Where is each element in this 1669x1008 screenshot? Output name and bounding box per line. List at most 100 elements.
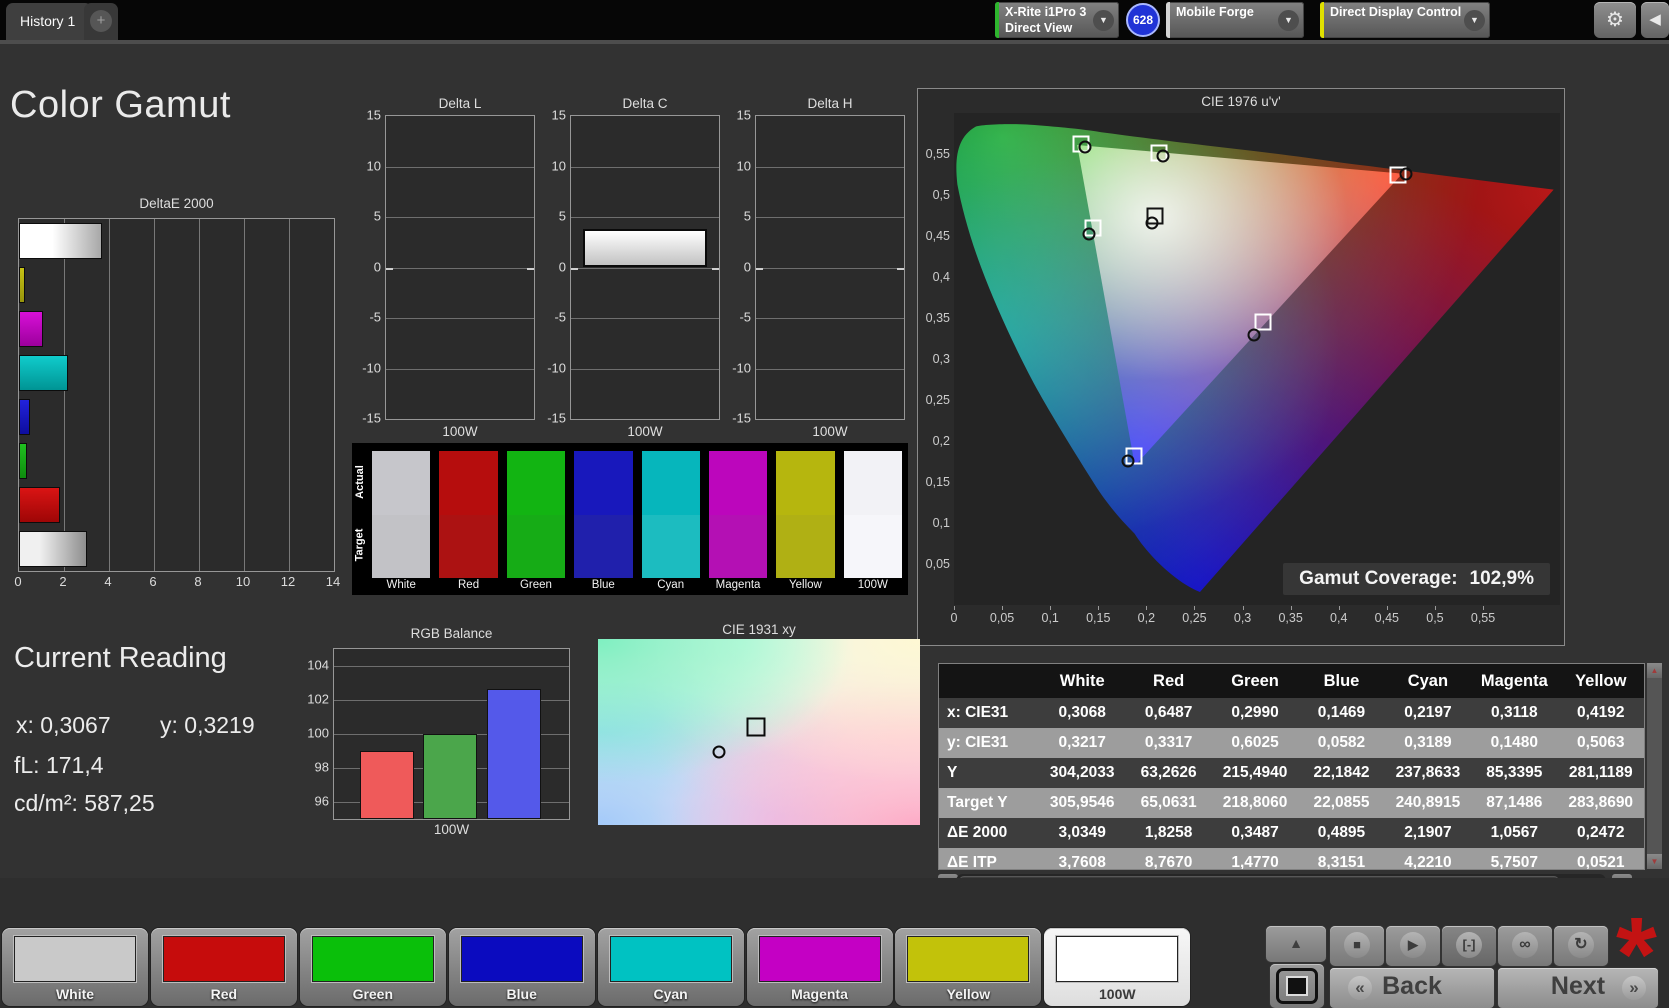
- row-label: Y: [947, 764, 958, 781]
- table-cell: 63,2626: [1140, 764, 1197, 781]
- table-cell: 1,0567: [1490, 824, 1539, 841]
- add-tab-button[interactable]: +: [84, 3, 118, 40]
- chart-title: Delta C: [622, 96, 668, 111]
- tick-mark: [1386, 606, 1388, 610]
- cie1976-chart: CIE 1976 u'v' 0,55 0,5 0,45 0,4 0,35 0,3 0,25 0…: [917, 88, 1565, 646]
- bar-cyan: [19, 355, 69, 391]
- deltae2000-plot-area: [18, 218, 335, 572]
- pattern-button-100w[interactable]: 100W: [1044, 928, 1191, 1006]
- bar-red: [19, 487, 61, 523]
- pattern-button-green[interactable]: Green: [299, 928, 446, 1006]
- meter-dropdown[interactable]: X-Rite i1Pro 3 Direct View ▼: [995, 2, 1119, 38]
- workflow-dropdown[interactable]: Direct Display Control ▼: [1320, 2, 1490, 38]
- loop-button[interactable]: ↻: [1554, 926, 1608, 966]
- bar-green: [19, 443, 27, 479]
- measured-marker-cyan: [1082, 227, 1096, 241]
- settings-button[interactable]: ⚙: [1594, 2, 1636, 38]
- axis-tick-label: 0,35: [925, 311, 950, 325]
- source-dropdown[interactable]: Mobile Forge ▼: [1166, 2, 1304, 38]
- pattern-button-magenta[interactable]: Magenta: [746, 928, 893, 1006]
- axis-tick-label: 0,4: [932, 270, 950, 284]
- y-axis-ticks: 15 10 5 0 -5 -10 -15: [353, 108, 381, 426]
- read-continuous-button[interactable]: ∞: [1498, 926, 1552, 966]
- swatch-column-blue: Blue: [574, 451, 633, 592]
- actual-swatch: [574, 451, 633, 515]
- pattern-button-red[interactable]: Red: [150, 928, 297, 1006]
- swatch-column-white: White: [372, 451, 431, 592]
- table-cell: 85,3395: [1486, 764, 1543, 781]
- table-cell: 0,4192: [1577, 704, 1625, 721]
- gridline: [571, 368, 719, 370]
- history-tab[interactable]: History 1: [6, 3, 92, 40]
- pattern-window-button[interactable]: [1270, 964, 1324, 1008]
- reading-x-value: x: 0,3067: [16, 712, 111, 738]
- axis-tick-label: 6: [149, 574, 157, 589]
- plus-icon: +: [90, 10, 112, 32]
- actual-swatch: [641, 451, 700, 515]
- pattern-window-up-button[interactable]: ▲: [1266, 926, 1326, 962]
- axis-tick-label: 0: [950, 611, 958, 625]
- table-cell: 2,1907: [1404, 824, 1452, 841]
- brand-asterisk-logo: *: [1616, 896, 1657, 1008]
- collapse-panel-button[interactable]: ◀: [1641, 2, 1669, 38]
- pattern-button-white[interactable]: White: [2, 928, 148, 1006]
- table-cell: 0,1469: [1317, 704, 1366, 721]
- gridline: [756, 217, 904, 218]
- measured-marker-green: [1078, 140, 1092, 154]
- target-marker: [746, 717, 766, 737]
- gridline: [571, 267, 719, 269]
- table-cell: 22,0855: [1313, 794, 1370, 811]
- read-series-button[interactable]: [-]: [1442, 926, 1496, 966]
- pattern-button-label: Yellow: [946, 986, 991, 1002]
- gridline: [386, 368, 534, 370]
- pattern-button-cyan[interactable]: Cyan: [597, 928, 744, 1006]
- table-cell: 0,3217: [1058, 734, 1106, 751]
- workflow-name: Direct Display Control: [1330, 5, 1462, 19]
- chart-title: CIE 1931 xy: [722, 622, 796, 637]
- axis-tick-label: 15: [551, 107, 566, 123]
- stop-button[interactable]: ■: [1330, 926, 1384, 966]
- axis-tick-label: 10: [366, 158, 381, 173]
- tick-mark: [1050, 606, 1052, 610]
- pattern-button-yellow[interactable]: Yellow: [895, 928, 1042, 1006]
- table-cell: 0,3487: [1231, 824, 1279, 841]
- pattern-button-blue[interactable]: Blue: [448, 928, 595, 1006]
- axis-tick-label: 12: [280, 574, 296, 589]
- axis-tick-label: 98: [314, 759, 329, 775]
- gridline: [756, 166, 904, 168]
- delta-l-plot-area: [385, 115, 535, 420]
- table-vertical-scrollbar[interactable]: ▲ ▼: [1647, 663, 1662, 869]
- target-row-label: Target: [353, 528, 366, 562]
- tick-mark: [1483, 606, 1485, 610]
- axis-tick-label: 0,45: [925, 229, 950, 243]
- column-header: Green: [1231, 671, 1279, 690]
- swatch-column-cyan: Cyan: [641, 451, 700, 592]
- table-cell: 0,3189: [1404, 734, 1452, 751]
- read-once-button[interactable]: ▶: [1386, 926, 1440, 966]
- reading-y-value: y: 0,3219: [160, 712, 255, 738]
- rgb-balance-chart: RGB Balance 104 102 100 98 96 100W: [307, 626, 570, 840]
- axis-tick-label: 15: [736, 107, 751, 123]
- page-title: Color Gamut: [10, 84, 231, 126]
- stop-icon: ■: [1344, 932, 1370, 958]
- tick-mark: [1002, 606, 1004, 610]
- gridline: [334, 666, 569, 667]
- swatch-label: Magenta: [715, 579, 761, 591]
- x-axis-ticks: 0 0,05 0,1 0,15 0,2 0,25 0,3 0,35 0,4 0,45 0,5 0,55: [950, 606, 1560, 629]
- table-cell: 22,1842: [1313, 764, 1370, 781]
- back-button[interactable]: « Back: [1330, 968, 1494, 1008]
- measured-marker: [712, 745, 726, 759]
- swatch-label: 100W: [857, 579, 888, 591]
- table-cell: 5,7507: [1490, 854, 1539, 869]
- current-reading-title: Current Reading: [14, 642, 227, 674]
- gridline: [386, 267, 534, 269]
- tick-mark: [1290, 606, 1292, 610]
- pattern-button-label: Red: [210, 986, 238, 1002]
- x-axis-label: 100W: [812, 424, 848, 439]
- column-header: Magenta: [1480, 671, 1548, 690]
- table-cell: 0,2197: [1404, 704, 1452, 721]
- gridline: [244, 219, 245, 571]
- triangle-down-icon: ▼: [1650, 857, 1659, 866]
- scroll-up-button[interactable]: ▲: [1647, 663, 1662, 678]
- scroll-down-button[interactable]: ▼: [1647, 854, 1662, 869]
